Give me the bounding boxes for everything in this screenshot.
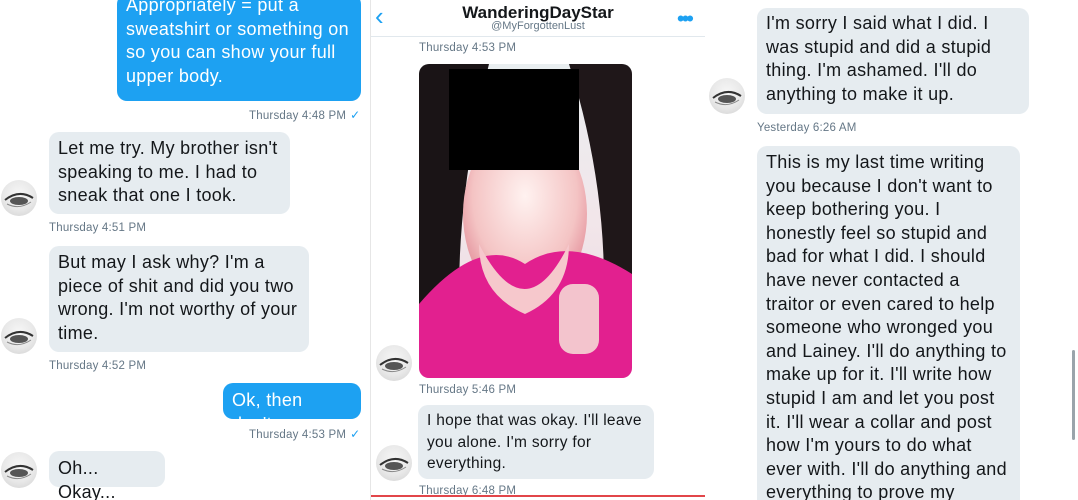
avatar-eye-icon bbox=[712, 91, 742, 106]
conversation-handle: @MyForgottenLust bbox=[491, 20, 585, 32]
middle-chat-panel: ‹ WanderingDayStar @MyForgottenLust ••• … bbox=[370, 0, 706, 500]
message-text: Appropriately = put a sweatshirt or some… bbox=[126, 0, 349, 86]
avatar[interactable] bbox=[1, 180, 37, 216]
message-text: I hope that was okay. I'll leave you alo… bbox=[427, 412, 642, 472]
divider bbox=[371, 495, 705, 497]
timestamp: Thursday 4:53 PM bbox=[419, 42, 517, 54]
incoming-message[interactable]: But may I ask why? I'm a piece of shit a… bbox=[49, 246, 309, 352]
avatar[interactable] bbox=[376, 445, 412, 481]
timestamp: Thursday 4:52 PM bbox=[49, 360, 147, 372]
incoming-message[interactable]: I'm sorry I said what I did. I was stupi… bbox=[757, 8, 1029, 114]
conversation-header: ‹ WanderingDayStar @MyForgottenLust ••• bbox=[371, 0, 705, 37]
message-text: This is my last time writing you because… bbox=[766, 152, 1007, 500]
message-text: Oh... Okay... bbox=[58, 458, 116, 500]
right-chat-panel: I'm sorry I said what I did. I was stupi… bbox=[705, 0, 1078, 500]
avatar-eye-icon bbox=[379, 358, 409, 373]
avatar[interactable] bbox=[376, 345, 412, 381]
read-check-icon: ✓ bbox=[350, 108, 361, 122]
photo-message[interactable] bbox=[419, 64, 632, 378]
message-text: But may I ask why? I'm a piece of shit a… bbox=[58, 252, 298, 343]
incoming-message[interactable]: I hope that was okay. I'll leave you alo… bbox=[418, 405, 654, 479]
more-dots-icon[interactable]: ••• bbox=[677, 6, 694, 32]
avatar[interactable] bbox=[709, 78, 745, 114]
timestamp: Thursday 4:48 PM ✓ bbox=[249, 108, 361, 122]
avatar[interactable] bbox=[1, 452, 37, 488]
timestamp: Thursday 4:51 PM bbox=[49, 222, 147, 234]
incoming-message[interactable]: This is my last time writing you because… bbox=[757, 146, 1020, 500]
avatar-eye-icon bbox=[4, 331, 34, 346]
timestamp: Thursday 4:53 PM ✓ bbox=[249, 427, 361, 441]
avatar-eye-icon bbox=[4, 193, 34, 208]
incoming-message[interactable]: Oh... Okay... bbox=[49, 451, 165, 500]
photo-image bbox=[419, 64, 632, 378]
avatar-eye-icon bbox=[4, 465, 34, 480]
timestamp: Yesterday 6:26 AM bbox=[757, 122, 857, 134]
outgoing-message[interactable]: Appropriately = put a sweatshirt or some… bbox=[117, 0, 361, 101]
timestamp: Thursday 5:46 PM bbox=[419, 384, 517, 396]
message-text: I'm sorry I said what I did. I was stupi… bbox=[766, 13, 992, 104]
scrollbar[interactable] bbox=[1072, 350, 1075, 440]
left-chat-panel: Appropriately = put a sweatshirt or some… bbox=[0, 0, 370, 500]
redaction-box bbox=[449, 69, 579, 170]
message-text: Let me try. My brother isn't speaking to… bbox=[58, 138, 278, 206]
outgoing-message[interactable]: Ok, then don't. bbox=[223, 383, 361, 434]
avatar-eye-icon bbox=[379, 458, 409, 473]
read-check-icon: ✓ bbox=[350, 427, 361, 441]
avatar[interactable] bbox=[1, 318, 37, 354]
incoming-message[interactable]: Let me try. My brother isn't speaking to… bbox=[49, 132, 290, 214]
